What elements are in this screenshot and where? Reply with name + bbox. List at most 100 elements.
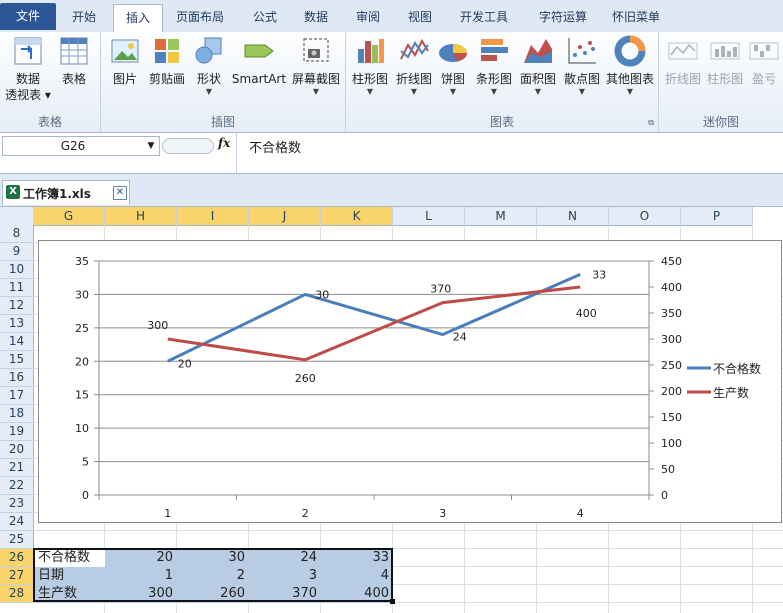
y-left-tick-label: 30: [75, 288, 89, 301]
table-row-label[interactable]: 日期: [34, 567, 105, 585]
row-header-8[interactable]: 8: [0, 225, 34, 243]
row-header-21[interactable]: 21: [0, 459, 34, 477]
row-header-9[interactable]: 9: [0, 243, 34, 261]
screenshot-icon: [300, 35, 332, 67]
dialog-launcher-icon[interactable]: ⧉: [648, 118, 654, 128]
group-charts-label: 图表: [489, 115, 514, 129]
table-cell[interactable]: 370: [249, 585, 321, 603]
table-cell[interactable]: 24: [249, 549, 321, 567]
smartart-button[interactable]: SmartArt: [231, 35, 287, 87]
row-header-16[interactable]: 16: [0, 369, 34, 387]
table-cell[interactable]: 30: [177, 549, 249, 567]
row-header-11[interactable]: 11: [0, 279, 34, 297]
screenshot-button[interactable]: 屏幕截图 ▼: [289, 35, 343, 97]
data-label: 300: [147, 319, 168, 332]
tab-10[interactable]: 怀旧菜单: [604, 4, 668, 30]
tab-1[interactable]: 开始: [58, 4, 110, 30]
table-cell[interactable]: 20: [105, 549, 177, 567]
scatter-chart-button[interactable]: 散点图 ▼: [560, 35, 604, 97]
shapes-dropdown-icon: ▼: [205, 87, 213, 96]
table-row-label[interactable]: 生产数: [34, 585, 105, 603]
name-box[interactable]: G26 ▼: [2, 136, 160, 156]
tab-2[interactable]: 插入: [113, 4, 163, 33]
row-header-12[interactable]: 12: [0, 297, 34, 315]
row-header-20[interactable]: 20: [0, 441, 34, 459]
row-header-14[interactable]: 14: [0, 333, 34, 351]
y-left-tick-label: 0: [82, 489, 89, 502]
area-chart-button[interactable]: 面积图 ▼: [516, 35, 560, 97]
picture-button[interactable]: 图片: [107, 35, 143, 87]
clipart-button[interactable]: 剪贴画: [147, 35, 187, 87]
column-header-J[interactable]: J: [249, 207, 321, 226]
row-header-24[interactable]: 24: [0, 513, 34, 531]
column-header-G[interactable]: G: [33, 207, 105, 226]
row-header-25[interactable]: 25: [0, 531, 34, 549]
row-header-19[interactable]: 19: [0, 423, 34, 441]
row-header-10[interactable]: 10: [0, 261, 34, 279]
table-row-label[interactable]: 不合格数: [34, 549, 105, 567]
column-header-O[interactable]: O: [609, 207, 681, 226]
x-tick-label: 4: [577, 507, 584, 520]
column-chart-button[interactable]: 柱形图 ▼: [348, 35, 392, 97]
bar-chart-dropdown-icon: ▼: [490, 87, 498, 96]
pie-chart-button[interactable]: 饼图 ▼: [436, 35, 470, 97]
table-cell[interactable]: 4: [321, 567, 393, 585]
row-header-27[interactable]: 27: [0, 567, 34, 585]
tab-4[interactable]: 公式: [240, 4, 290, 30]
tab-7[interactable]: 视图: [396, 4, 444, 30]
tab-6[interactable]: 审阅: [343, 4, 393, 30]
table-cell[interactable]: 300: [105, 585, 177, 603]
sparkline-winloss-button[interactable]: 盈亏: [747, 35, 781, 87]
sparkline-line-button[interactable]: 折线图: [663, 35, 703, 87]
data-label: 24: [453, 331, 467, 344]
column-header-P[interactable]: P: [681, 207, 753, 226]
column-header-I[interactable]: I: [177, 207, 249, 226]
doughnut-chart-icon: [614, 35, 646, 67]
row-header-26[interactable]: 26: [0, 549, 34, 567]
row-header-18[interactable]: 18: [0, 405, 34, 423]
name-box-dropdown-icon[interactable]: ▼: [145, 137, 157, 155]
row-header-13[interactable]: 13: [0, 315, 34, 333]
fill-handle[interactable]: [390, 599, 395, 604]
other-charts-button[interactable]: 其他图表 ▼: [604, 35, 656, 97]
insert-function-icon[interactable]: fx: [218, 136, 230, 150]
column-header-L[interactable]: L: [393, 207, 465, 226]
select-all-corner[interactable]: [0, 207, 34, 226]
row-header-22[interactable]: 22: [0, 477, 34, 495]
workbook-tab[interactable]: X 工作簿1.xls ✕: [2, 180, 130, 205]
row-header-15[interactable]: 15: [0, 351, 34, 369]
column-header-N[interactable]: N: [537, 207, 609, 226]
column-header-M[interactable]: M: [465, 207, 537, 226]
scatter-chart-dropdown-icon: ▼: [578, 87, 586, 96]
table-button[interactable]: 表格: [54, 35, 94, 87]
tab-8[interactable]: 开发工具: [446, 4, 522, 30]
bar-chart-button[interactable]: 条形图 ▼: [472, 35, 516, 97]
chart-area[interactable]: 0 5 10 15 20 25 30 35 0 50 100 150 200 250 300 350 400 45…: [38, 240, 782, 523]
table-cell[interactable]: 33: [321, 549, 393, 567]
other-charts-label: 其他图表: [605, 72, 654, 86]
formula-content-field[interactable]: 不合格数: [236, 133, 783, 173]
screenshot-label: 屏幕截图: [291, 72, 340, 86]
pivot-table-button[interactable]: 数据 透视表 ▾: [4, 35, 52, 103]
row-header-17[interactable]: 17: [0, 387, 34, 405]
row-header-23[interactable]: 23: [0, 495, 34, 513]
tab-0[interactable]: 文件: [0, 3, 56, 30]
line-chart-button[interactable]: 折线图 ▼: [392, 35, 436, 97]
column-header-K[interactable]: K: [321, 207, 393, 226]
close-tab-icon[interactable]: ✕: [113, 186, 127, 200]
tab-5[interactable]: 数据: [292, 4, 340, 30]
table-cell[interactable]: 400: [321, 585, 393, 603]
y-left-tick-label: 20: [75, 355, 89, 368]
tab-9[interactable]: 字符运算: [525, 4, 601, 30]
table-cell[interactable]: 260: [177, 585, 249, 603]
table-cell[interactable]: 2: [177, 567, 249, 585]
tab-3[interactable]: 页面布局: [162, 4, 238, 30]
formula-bar-resize-handle[interactable]: [162, 138, 214, 154]
table-cell[interactable]: 3: [249, 567, 321, 585]
shapes-button[interactable]: 形状 ▼: [191, 35, 227, 97]
shapes-icon: [193, 35, 225, 67]
column-header-H[interactable]: H: [105, 207, 177, 226]
table-cell[interactable]: 1: [105, 567, 177, 585]
sparkline-column-button[interactable]: 柱形图: [705, 35, 745, 87]
row-header-28[interactable]: 28: [0, 585, 34, 603]
